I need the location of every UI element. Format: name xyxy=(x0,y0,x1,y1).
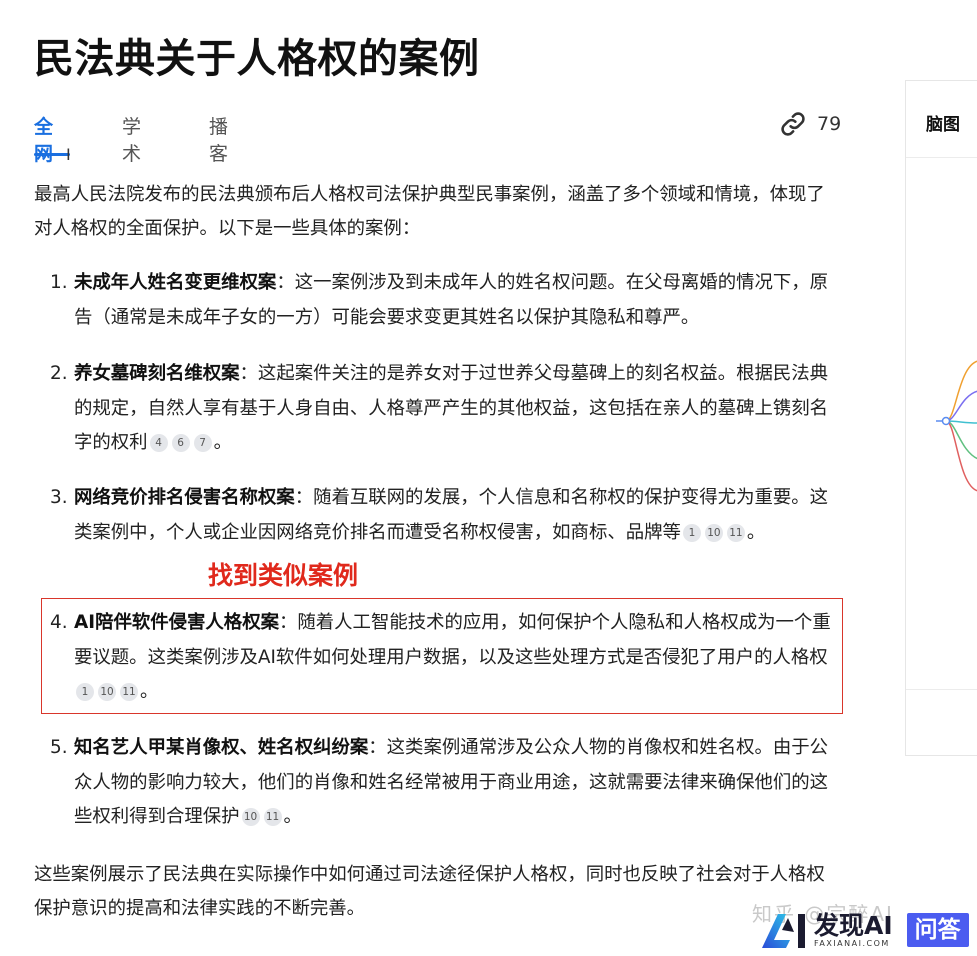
case-title: 网络竞价排名侵害名称权案 xyxy=(74,487,295,508)
end-mark: 。 xyxy=(140,681,159,702)
brand-watermark: 发现AI FAXIANAI.COM 问答 xyxy=(760,908,969,952)
annotation-label: 找到类似案例 xyxy=(208,561,359,590)
divider xyxy=(906,157,977,158)
case-item: 5. 知名艺人甲某肖像权、姓名权纠纷案：这类案例通常涉及公众人物的肖像权和姓名权… xyxy=(40,731,840,835)
citation-badge[interactable]: 6 xyxy=(171,434,190,452)
case-item: 3. 网络竞价排名侵害名称权案：随着互联网的发展，个人信息和名称权的保护变得尤为… xyxy=(40,481,840,550)
end-mark: 。 xyxy=(746,521,766,543)
citation-badge[interactable]: 10 xyxy=(704,523,723,542)
case-item: 1. 未成年人姓名变更维权案：这一案例涉及到未成年人的姓名权问题。在父母离婚的情… xyxy=(40,266,840,335)
text-cursor-icon: I xyxy=(66,145,71,164)
case-number: 3. xyxy=(50,487,68,508)
page-title: 民法典关于人格权的案例 xyxy=(34,36,480,82)
brand-domain: FAXIANAI.COM xyxy=(814,938,890,948)
tab-all-web[interactable]: 全网 xyxy=(34,112,53,166)
case-number: 2. xyxy=(50,363,68,384)
citation-badge[interactable]: 1 xyxy=(682,523,701,542)
case-title: 养女墓碑刻名维权案 xyxy=(74,363,240,384)
divider xyxy=(906,689,977,690)
citation-badge[interactable]: 11 xyxy=(263,808,282,826)
end-mark: 。 xyxy=(213,432,232,453)
citation-badge[interactable]: 11 xyxy=(120,683,138,701)
citation-badge[interactable]: 4 xyxy=(149,434,168,452)
citation-badge[interactable]: 1 xyxy=(76,683,94,701)
sources-count: 79 xyxy=(817,113,842,135)
intro-paragraph: 最高人民法院发布的民法典颁布后人格权司法保护典型民事案例，涵盖了多个领域和情境，… xyxy=(34,184,825,239)
citation-badge[interactable]: 10 xyxy=(98,683,116,701)
mindmap-panel[interactable]: 脑图 xyxy=(905,80,977,756)
case-title: 知名艺人甲某肖像权、姓名权纠纷案 xyxy=(74,737,369,758)
brand-logo-icon xyxy=(762,914,805,948)
case-number: 4. xyxy=(50,612,68,633)
brand-badge: 问答 xyxy=(906,913,969,947)
tab-academic[interactable]: 学术 xyxy=(122,112,141,166)
case-number: 1. xyxy=(50,272,68,293)
citation-badge[interactable]: 11 xyxy=(726,523,745,542)
end-mark: 。 xyxy=(283,806,302,827)
citation-badge[interactable]: 7 xyxy=(193,434,212,452)
sources-button[interactable]: 79 xyxy=(779,110,841,138)
case-item: 4. AI陪伴软件侵害人格权案：随着人工智能技术的应用，如何保护个人隐私和人格权… xyxy=(40,606,840,710)
tab-podcast[interactable]: 播客 xyxy=(209,112,228,166)
mindmap-preview xyxy=(936,360,977,492)
summary-paragraph: 这些案例展示了民法典在实际操作中如何通过司法途径保护人格权，同时也反映了社会对于… xyxy=(34,864,825,919)
citation-badge[interactable]: 10 xyxy=(241,808,260,826)
mindmap-tab[interactable]: 脑图 xyxy=(926,110,960,135)
case-number: 5. xyxy=(50,737,68,758)
link-icon xyxy=(781,112,805,136)
brand-name: 发现AI xyxy=(814,910,893,940)
active-tab-indicator xyxy=(34,153,70,156)
case-item: 2. 养女墓碑刻名维权案：这起案件关注的是养女对于过世养父母墓碑上的刻名权益。根… xyxy=(40,357,840,461)
case-title: AI陪伴软件侵害人格权案 xyxy=(74,612,279,633)
case-title: 未成年人姓名变更维权案 xyxy=(74,272,277,293)
